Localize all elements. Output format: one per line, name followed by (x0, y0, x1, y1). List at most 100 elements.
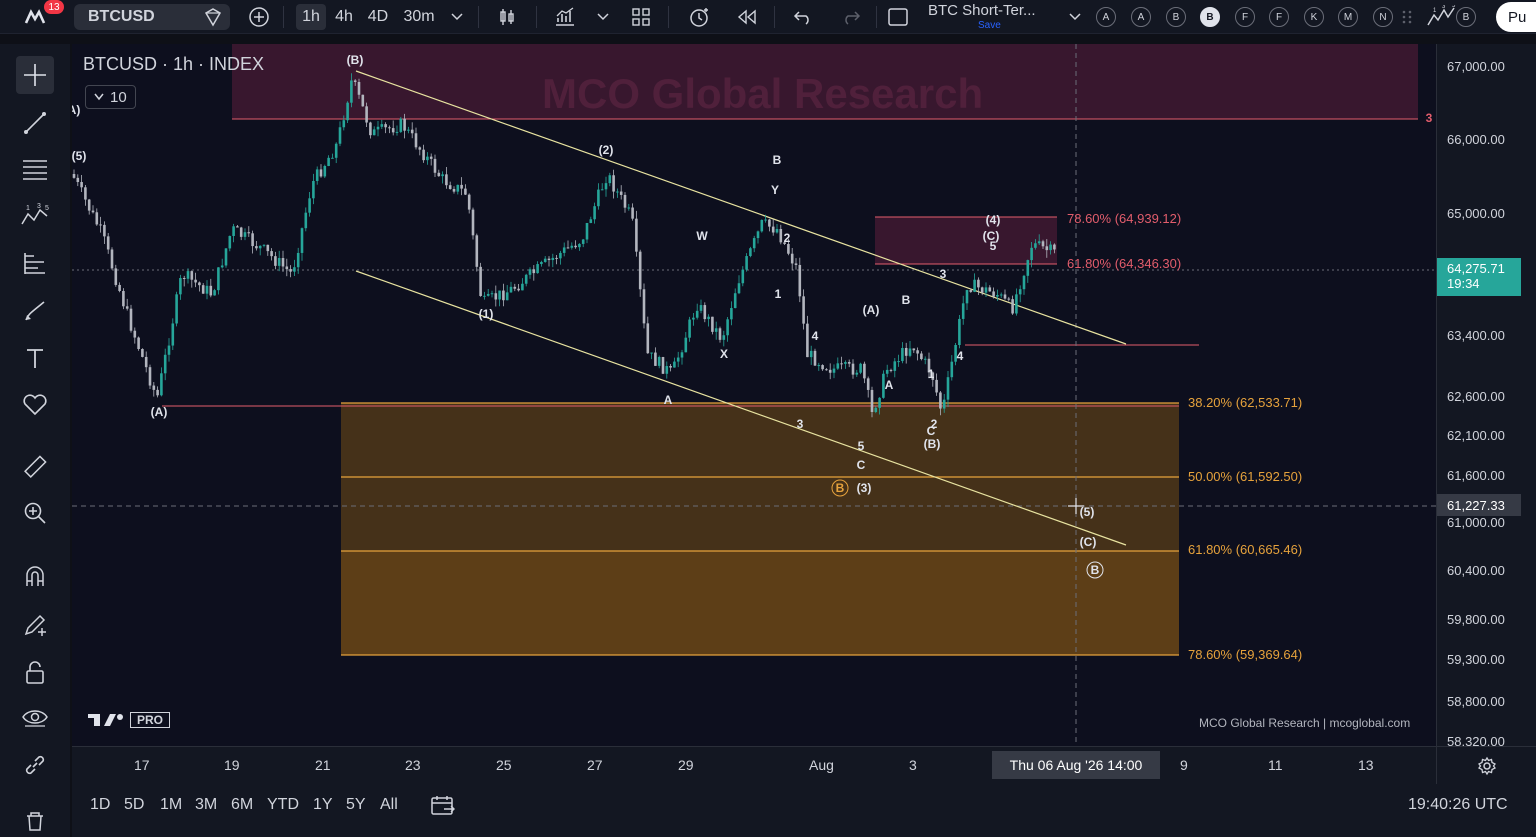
current-price-tag: 64,275.71 19:34 (1437, 258, 1521, 296)
horizontal-lines-tool-icon[interactable] (16, 150, 54, 188)
add-symbol-icon[interactable] (246, 4, 272, 30)
axis-settings-button[interactable] (1436, 746, 1536, 784)
trash-icon[interactable] (16, 802, 54, 837)
candle-body (817, 365, 821, 367)
range-ytd[interactable]: YTD (267, 796, 299, 814)
timeframe-4d[interactable]: 4D (364, 4, 392, 30)
candle-body (247, 232, 251, 234)
alert-clock-icon[interactable] (686, 4, 712, 30)
candle-body (103, 224, 106, 237)
eye-visibility-icon[interactable] (16, 698, 54, 736)
candle-body (266, 244, 270, 252)
price-chart[interactable]: 78.60% (64,939.12) 61.80% (64,346.30) 38.2… (72, 44, 1436, 746)
zoom-in-icon[interactable] (16, 494, 54, 532)
lock-icon[interactable] (16, 654, 54, 692)
chart-title[interactable]: BTCUSD · 1h · INDEX (83, 54, 264, 75)
candle-body (114, 268, 118, 285)
candle-body (357, 81, 361, 95)
wave-label: (A) (72, 103, 80, 117)
candle-body (494, 293, 498, 300)
quick-button-b[interactable]: B (1166, 7, 1186, 27)
candle-body (505, 292, 509, 301)
wave-label: B (773, 153, 782, 167)
tradingview-logo[interactable]: PRO (86, 712, 171, 728)
ruler-icon[interactable] (16, 448, 54, 486)
range-1d[interactable]: 1D (90, 796, 110, 814)
crosshair-icon[interactable] (16, 56, 54, 94)
layout-icon[interactable] (884, 4, 912, 30)
layout-grid-icon[interactable] (628, 4, 654, 30)
range-all[interactable]: All (380, 796, 398, 814)
candle-body (110, 249, 114, 269)
quick-button-f[interactable]: F (1235, 7, 1255, 27)
range-3m[interactable]: 3M (195, 796, 217, 814)
chart-pane[interactable]: 78.60% (64,939.12) 61.80% (64,346.30) 38.2… (72, 44, 1436, 746)
trendline-tool-icon[interactable] (16, 104, 54, 142)
elliott-wave-icon[interactable]: 13 5 (1424, 4, 1458, 30)
link-icon[interactable] (16, 746, 54, 784)
brush-tool-icon[interactable] (16, 292, 54, 330)
indicator-toggle[interactable]: 10 (85, 85, 136, 109)
drag-handle-icon[interactable] (1398, 4, 1416, 30)
wave-label: B (836, 481, 845, 495)
range-6m[interactable]: 6M (231, 796, 253, 814)
candle-body (1037, 241, 1041, 244)
candle-body (467, 194, 471, 210)
candle-body (1018, 289, 1022, 295)
extra-quick-button[interactable]: B (1456, 7, 1476, 27)
fib-label: 50.00% (61,592.50) (1188, 469, 1302, 484)
favorites-heart-icon[interactable] (16, 386, 54, 424)
calendar-goto-icon[interactable] (430, 794, 456, 821)
indicators-icon[interactable] (552, 4, 578, 30)
candles-icon[interactable] (494, 4, 520, 30)
quick-button-m[interactable]: M (1338, 7, 1358, 27)
quick-button-a[interactable]: A (1096, 7, 1116, 27)
layout-save-link[interactable]: Save (978, 20, 1001, 31)
stay-in-drawing-icon[interactable] (16, 606, 54, 644)
trading-app: 13 BTCUSD 1h 4h 4D 30m BTC Short-Ter... … (0, 0, 1536, 837)
price-axis[interactable]: 67,000.00 66,000.00 65,000.00 63,400.00 … (1436, 44, 1536, 749)
undo-icon[interactable] (790, 4, 816, 30)
candle-body (209, 285, 213, 296)
layout-name[interactable]: BTC Short-Ter... (928, 2, 1036, 19)
text-tool-icon[interactable] (16, 340, 54, 378)
compare-icon[interactable] (200, 4, 226, 30)
layout-dropdown-icon[interactable] (1066, 4, 1084, 30)
time-axis[interactable]: 17 19 21 23 25 27 29 Aug 3 9 11 13 Thu 0… (72, 746, 1436, 784)
publish-button[interactable]: Pu (1496, 2, 1536, 32)
redo-icon[interactable] (838, 4, 864, 30)
range-1m[interactable]: 1M (160, 796, 182, 814)
pattern-tool-icon[interactable]: 135 (16, 196, 54, 234)
magnet-icon[interactable] (16, 558, 54, 596)
range-5d[interactable]: 5D (124, 796, 144, 814)
quick-button-k[interactable]: K (1304, 7, 1324, 27)
quick-button-n[interactable]: N (1373, 7, 1393, 27)
indicators-dropdown-icon[interactable] (594, 4, 612, 30)
timeframe-1h[interactable]: 1h (296, 4, 326, 30)
quick-button-b[interactable]: B (1200, 7, 1220, 27)
quick-button-a[interactable]: A (1131, 7, 1151, 27)
replay-icon[interactable] (734, 4, 760, 30)
candle-body (988, 287, 992, 292)
candle-body (156, 389, 159, 396)
candle-body (760, 219, 764, 232)
time-label: 9 (1180, 757, 1188, 773)
candle-body (76, 177, 80, 183)
utc-clock[interactable]: 19:40:26 UTC (1408, 796, 1508, 814)
range-5y[interactable]: 5Y (346, 796, 366, 814)
candle-body (323, 165, 327, 177)
range-1y[interactable]: 1Y (313, 796, 333, 814)
prediction-tool-icon[interactable] (16, 244, 54, 282)
candle-body (502, 290, 505, 301)
candle-body (346, 102, 349, 121)
timeframe-4h[interactable]: 4h (330, 4, 358, 30)
candle-body (741, 269, 745, 284)
candle-body (1011, 299, 1014, 314)
candle-body (703, 305, 707, 320)
quick-button-f[interactable]: F (1269, 7, 1289, 27)
candle-body (498, 290, 501, 300)
wave-label: 3 (1426, 111, 1433, 125)
timeframe-dropdown-icon[interactable] (448, 4, 466, 30)
timeframe-30m[interactable]: 30m (400, 4, 438, 30)
candle-body (95, 212, 99, 225)
